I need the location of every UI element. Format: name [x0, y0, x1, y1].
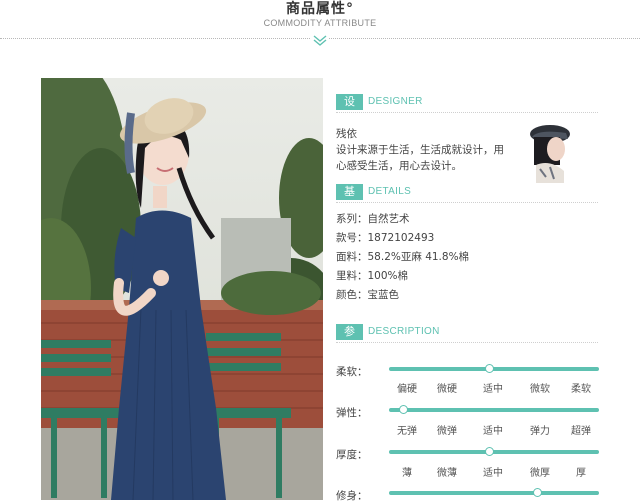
elasticity-option: 弹力: [530, 426, 550, 437]
designer-name: 残依: [336, 128, 357, 140]
softness-option: 微硬: [437, 384, 457, 395]
elasticity-slider[interactable]: [389, 405, 599, 414]
elasticity-label: 弹性：: [336, 407, 368, 419]
slider-knob[interactable]: [399, 405, 408, 414]
elasticity-option: 微弹: [437, 426, 457, 437]
elasticity-option: 无弹: [397, 426, 417, 437]
slider-knob[interactable]: [485, 447, 494, 456]
product-photo: [41, 78, 323, 500]
detail-color: 颜色：宝蓝色: [336, 289, 399, 301]
designer-avatar: [528, 119, 572, 183]
thickness-option: 微薄: [437, 468, 457, 479]
thickness-slider[interactable]: [389, 447, 599, 456]
slider-knob[interactable]: [485, 364, 494, 373]
softness-slider[interactable]: [389, 364, 599, 373]
detail-lining: 里料：100%棉: [336, 270, 409, 282]
section-divider: [336, 342, 598, 343]
softness-option: 适中: [483, 384, 503, 395]
reference-tag: 参考指标: [336, 324, 363, 386]
detail-series: 系列：自然艺术: [336, 213, 410, 225]
thickness-option: 微厚: [530, 468, 550, 479]
softness-option: 偏硬: [397, 384, 417, 395]
thickness-option: 薄: [402, 468, 412, 479]
softness-label: 柔软：: [336, 366, 368, 378]
chevron-down-icon: [311, 33, 329, 47]
page-title: 商品属性°: [286, 1, 354, 17]
softness-option: 微软: [530, 384, 550, 395]
designer-description-line1: 设计来源于生活，生活成就设计，用: [336, 144, 504, 156]
section-divider: [336, 202, 598, 203]
page-subtitle: COMMODITY ATTRIBUTE: [263, 18, 377, 28]
thickness-option: 适中: [483, 468, 503, 479]
fit-label: 修身：: [336, 490, 368, 502]
elasticity-option: 适中: [483, 426, 503, 437]
details-tag: 基本信息: [336, 184, 363, 246]
details-tag-en: DETAILS: [368, 186, 412, 197]
designer-tag-en: DESIGNER: [368, 96, 423, 107]
detail-style-number: 款号：1872102493: [336, 232, 435, 244]
softness-option: 柔软: [571, 384, 591, 395]
reference-tag-en: DESCRIPTION: [368, 326, 440, 337]
designer-description-line2: 心感受生活，用心去设计。: [336, 160, 462, 172]
designer-tag: 设计师: [336, 94, 363, 140]
slider-knob[interactable]: [533, 488, 542, 497]
detail-fabric: 面料：58.2%亚麻 41.8%棉: [336, 251, 470, 263]
fit-slider[interactable]: [389, 488, 599, 497]
thickness-label: 厚度：: [336, 449, 368, 461]
section-divider: [336, 112, 598, 113]
thickness-option: 厚: [576, 468, 586, 479]
elasticity-option: 超弹: [571, 426, 591, 437]
